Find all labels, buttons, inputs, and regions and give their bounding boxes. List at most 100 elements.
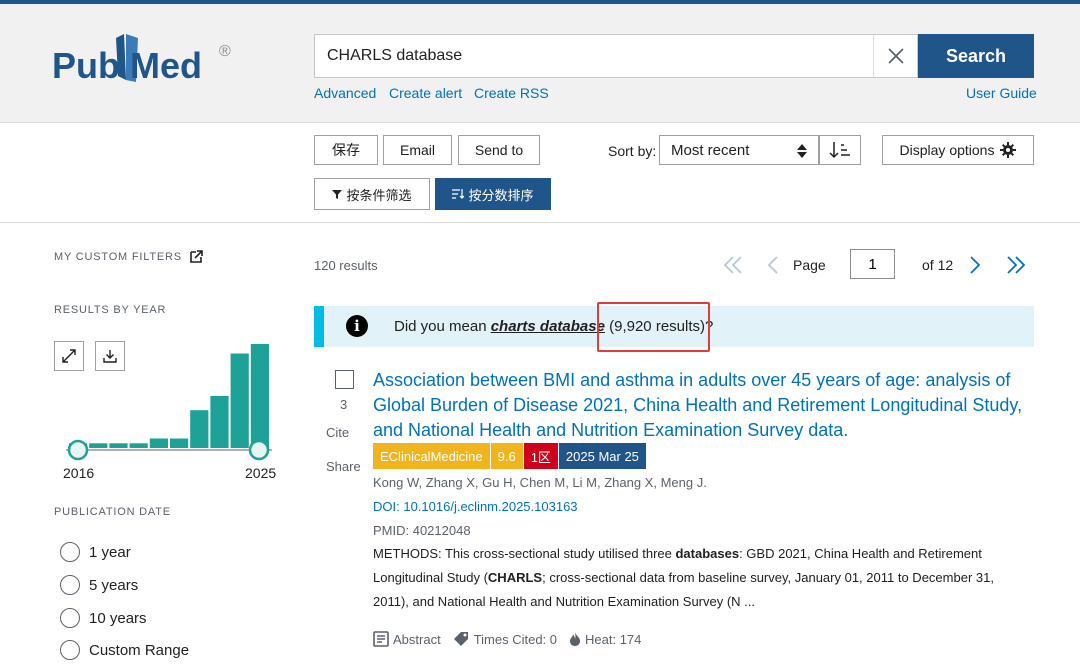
result-number: 3: [340, 397, 348, 412]
sort-by-score-button[interactable]: 按分数排序: [435, 178, 551, 210]
last-page-button[interactable]: [1004, 251, 1028, 279]
heat-label: Heat: 174: [585, 631, 642, 647]
year-end-label: 2025: [245, 465, 277, 481]
result-checkbox[interactable]: [335, 370, 354, 389]
save-button[interactable]: 保存: [314, 135, 378, 165]
article-title-link[interactable]: Association between BMI and asthma in ad…: [373, 368, 1033, 443]
article-doi-link[interactable]: DOI: 10.1016/j.eclinm.2025.103163: [373, 499, 578, 514]
flame-icon: [570, 632, 581, 646]
advanced-link[interactable]: Advanced: [314, 85, 376, 101]
filter-by-condition-button[interactable]: 按条件筛选: [314, 178, 430, 210]
info-icon: i: [346, 315, 368, 337]
close-icon: [887, 48, 904, 64]
my-custom-filters[interactable]: MY CUSTOM FILTERS: [54, 250, 203, 263]
sort-select-value: Most recent: [671, 141, 750, 159]
histogram-bar[interactable]: [190, 410, 209, 448]
double-chevron-right-icon: [1007, 256, 1026, 274]
display-options-button[interactable]: Display options: [882, 135, 1034, 165]
search-input[interactable]: [315, 35, 873, 77]
external-link-icon: [190, 250, 203, 263]
range-end-handle[interactable]: [248, 439, 270, 461]
snippet-highlight: databases: [675, 546, 740, 561]
article-snippet: METHODS: This cross-sectional study util…: [373, 542, 1018, 614]
radio-button[interactable]: [60, 640, 80, 660]
radio-button[interactable]: [60, 608, 80, 628]
did-you-mean-suggestion-link[interactable]: charts database: [491, 318, 605, 335]
heat: Heat: 174: [569, 631, 641, 647]
registered-mark: ®: [219, 43, 231, 60]
snippet-text: METHODS: This cross-sectional study util…: [373, 546, 676, 561]
create-alert-link[interactable]: Create alert: [389, 85, 462, 101]
histogram-bar[interactable]: [129, 443, 148, 448]
send-to-button[interactable]: Send to: [458, 135, 540, 165]
sort-descending-icon: [829, 142, 850, 159]
next-page-button[interactable]: [966, 251, 984, 279]
create-rss-link[interactable]: Create RSS: [474, 85, 549, 101]
range-start-handle[interactable]: [67, 439, 89, 461]
tag-icon: [453, 632, 468, 646]
search-box: [314, 34, 918, 78]
results-count: 120 results: [314, 258, 378, 273]
date-option-5-years[interactable]: 5 years: [60, 573, 138, 597]
date-option-10-years[interactable]: 10 years: [60, 606, 147, 630]
chevron-left-icon: [767, 256, 778, 274]
histogram-bar[interactable]: [230, 353, 249, 449]
article-authors: Kong W, Zhang X, Gu H, Chen M, Li M, Zha…: [373, 475, 707, 490]
clear-search-button[interactable]: [873, 35, 917, 77]
histogram-bar[interactable]: [250, 344, 269, 448]
share-button[interactable]: Share: [326, 459, 361, 474]
radio-button[interactable]: [60, 575, 80, 595]
snippet-highlight: CHARLS: [487, 570, 543, 585]
cite-button[interactable]: Cite: [326, 425, 349, 440]
publication-date-heading: PUBLICATION DATE: [54, 506, 171, 518]
article-actions: Abstract Times Cited: 0 Heat: 174: [373, 628, 653, 650]
histogram-bar[interactable]: [89, 443, 108, 448]
previous-page-button[interactable]: [764, 251, 782, 279]
article-badges: EClinicalMedicine 9.6 1区 2025 Mar 25: [373, 443, 646, 469]
filter-by-condition-label: 按条件筛选: [346, 187, 412, 203]
date-option-custom-range[interactable]: Custom Range: [60, 638, 189, 662]
sort-select[interactable]: Most recent: [659, 135, 819, 165]
date-option-label: 1 year: [89, 543, 131, 561]
date-option-label: 10 years: [89, 609, 147, 627]
header: Pub Med ® Search Advanced Create alert C…: [0, 4, 1080, 123]
sort-list-icon: [452, 189, 465, 199]
quartile-badge: 1区: [523, 443, 558, 469]
my-custom-filters-label: MY CUSTOM FILTERS: [54, 250, 182, 263]
document-icon: [373, 631, 389, 647]
sort-order-button[interactable]: [819, 135, 861, 165]
user-guide-link[interactable]: User Guide: [966, 85, 1037, 101]
results-by-year-heading: RESULTS BY YEAR: [54, 304, 167, 316]
article-pmid: PMID: 40212048: [373, 523, 471, 538]
histogram-bar[interactable]: [210, 396, 229, 448]
date-option-1-year[interactable]: 1 year: [60, 540, 131, 564]
page-number-input[interactable]: [850, 249, 895, 279]
email-button[interactable]: Email: [383, 135, 452, 165]
page-total-label: of 12: [922, 257, 954, 273]
filter-icon: [332, 190, 343, 199]
sort-by-score-label: 按分数排序: [468, 187, 534, 203]
highlight-box: [597, 302, 710, 352]
abstract-label: Abstract: [393, 631, 441, 647]
pubmed-logo[interactable]: Pub Med ®: [52, 32, 242, 96]
histogram-bar[interactable]: [109, 443, 128, 448]
date-option-label: Custom Range: [89, 641, 190, 659]
journal-badge[interactable]: EClinicalMedicine: [373, 443, 490, 469]
radio-button[interactable]: [60, 542, 80, 562]
impact-factor-badge: 9.6: [490, 443, 523, 469]
abstract-button[interactable]: Abstract: [373, 631, 441, 647]
logo-pub-text: Pub: [52, 45, 120, 86]
search-button[interactable]: Search: [918, 34, 1034, 78]
histogram-bar[interactable]: [149, 438, 168, 449]
date-option-label: 5 years: [89, 576, 139, 594]
results-by-year-histogram[interactable]: [54, 336, 284, 486]
times-cited: Times Cited: 0: [453, 631, 557, 647]
histogram-bar[interactable]: [170, 438, 189, 449]
double-chevron-left-icon: [723, 256, 742, 274]
did-you-mean-prefix: Did you mean: [394, 318, 491, 335]
year-start-label: 2016: [63, 465, 95, 481]
chevron-right-icon: [970, 256, 981, 274]
first-page-button[interactable]: [721, 251, 745, 279]
gear-icon: [1000, 142, 1017, 158]
select-arrows-icon: [797, 144, 807, 158]
